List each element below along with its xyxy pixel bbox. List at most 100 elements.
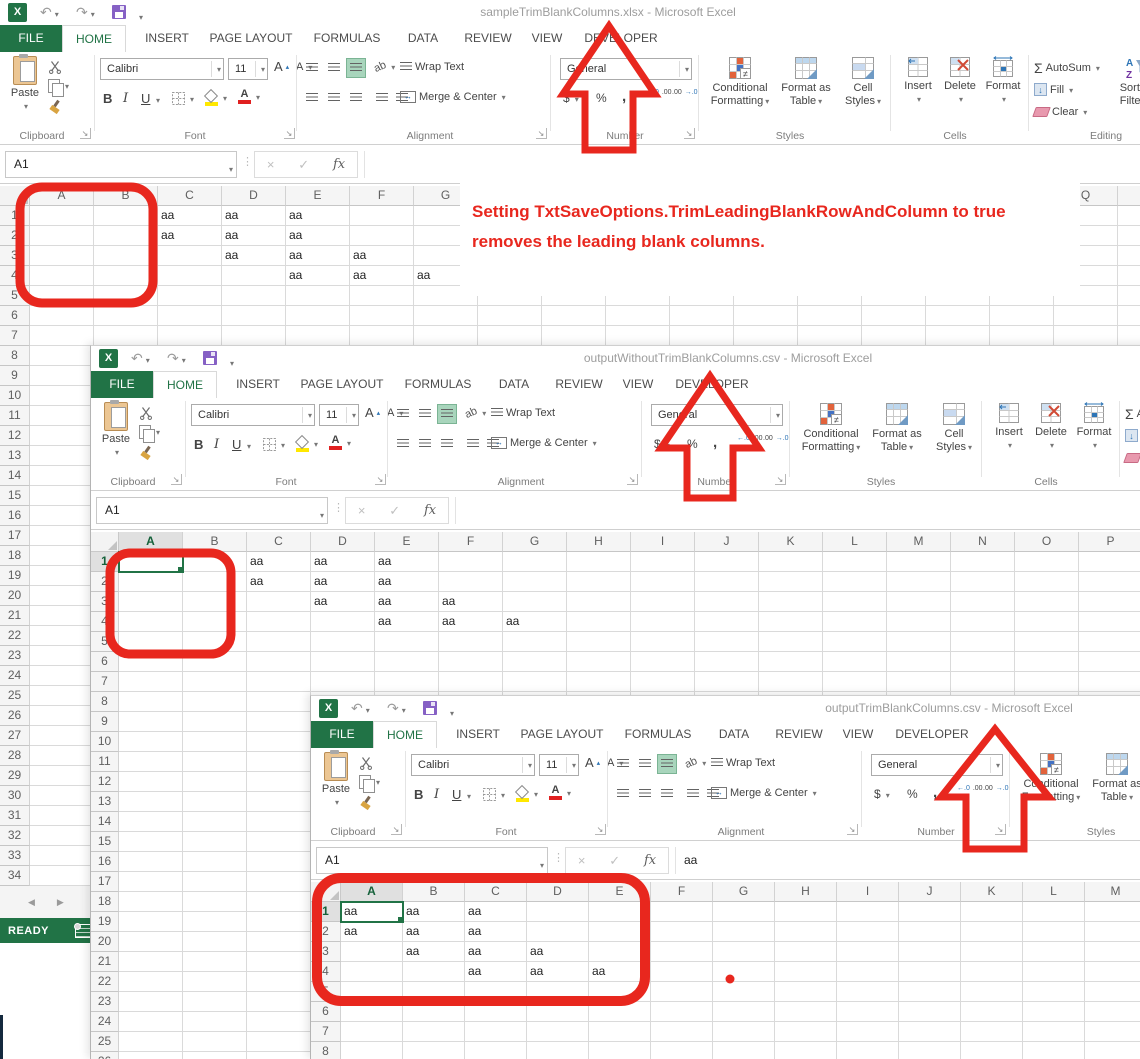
cell-G7[interactable]: [713, 1022, 775, 1042]
cell-H1[interactable]: [567, 552, 631, 572]
italic-button[interactable]: I: [214, 437, 219, 452]
cell-C6[interactable]: [158, 306, 222, 326]
cell-G2[interactable]: [713, 922, 775, 942]
cell-D1[interactable]: aa: [222, 206, 286, 226]
clipboard-dialog-launcher[interactable]: ↘: [391, 824, 402, 835]
cell-B23[interactable]: [183, 992, 247, 1012]
cell-M6[interactable]: [1085, 1002, 1140, 1022]
clipboard-dialog-launcher[interactable]: ↘: [171, 474, 182, 485]
cell-P6[interactable]: [990, 306, 1054, 326]
cell-K1[interactable]: [759, 552, 823, 572]
enter-icon[interactable]: ✓: [298, 157, 309, 173]
cell-Q7[interactable]: [1054, 326, 1118, 346]
percent-style-button[interactable]: %: [596, 91, 607, 105]
cell-C8[interactable]: [465, 1042, 527, 1059]
decrease-decimal-button[interactable]: [983, 785, 1009, 793]
font-dialog-launcher[interactable]: ↘: [284, 128, 295, 139]
insert-cells-button[interactable]: Insert: [898, 56, 938, 106]
redo-button[interactable]: ↷: [167, 349, 186, 370]
tab-data[interactable]: DATA: [711, 721, 757, 747]
cell-A15[interactable]: [30, 486, 94, 506]
undo-button[interactable]: ↶: [40, 3, 59, 24]
row-header-25[interactable]: 25: [0, 686, 30, 706]
cell-I5[interactable]: [542, 286, 606, 306]
accounting-format-button[interactable]: $: [654, 437, 670, 451]
cell-O6[interactable]: [1015, 652, 1079, 672]
cell-P1[interactable]: [1079, 552, 1140, 572]
row-header-22[interactable]: 22: [91, 972, 119, 992]
cell-C7[interactable]: [247, 672, 311, 692]
insert-function-icon[interactable]: fx: [644, 853, 656, 868]
cell-J7[interactable]: [695, 672, 759, 692]
cell-M4[interactable]: [798, 266, 862, 286]
cell-E3[interactable]: aa: [375, 592, 439, 612]
cell-A5[interactable]: [341, 982, 403, 1002]
cell-A34[interactable]: [30, 866, 94, 886]
grow-font-button[interactable]: A▴: [274, 59, 289, 74]
formula-bar-divider[interactable]: ⋮: [333, 501, 344, 514]
row-header-5[interactable]: 5: [311, 982, 341, 1002]
column-header-G[interactable]: G: [414, 186, 478, 206]
bold-button[interactable]: B: [103, 91, 112, 106]
column-header-M[interactable]: M: [887, 532, 951, 552]
cell-R5[interactable]: [1118, 286, 1140, 306]
row-header-9[interactable]: 9: [0, 366, 30, 386]
cell-D5[interactable]: [527, 982, 589, 1002]
align-top-button[interactable]: [393, 404, 413, 424]
merge-center-button[interactable]: ↔ Merge & Center: [400, 91, 506, 103]
row-header-6[interactable]: 6: [91, 652, 119, 672]
excel-logo-icon[interactable]: X: [8, 3, 27, 22]
bold-button[interactable]: B: [414, 787, 423, 802]
cell-I3[interactable]: [837, 942, 899, 962]
column-header-C[interactable]: C: [158, 186, 222, 206]
row-header-1[interactable]: 1: [311, 902, 341, 922]
cell-B25[interactable]: [183, 1032, 247, 1052]
cell-M7[interactable]: [798, 326, 862, 346]
cell-I2[interactable]: [631, 572, 695, 592]
copy-button[interactable]: [359, 775, 380, 789]
cell-I1[interactable]: [837, 902, 899, 922]
cell-K3[interactable]: [961, 942, 1023, 962]
cell-K1[interactable]: [961, 902, 1023, 922]
row-header-21[interactable]: 21: [91, 952, 119, 972]
row-header-8[interactable]: 8: [0, 346, 30, 366]
save-button[interactable]: [423, 701, 437, 719]
cell-I1[interactable]: [631, 552, 695, 572]
cell-E6[interactable]: [375, 652, 439, 672]
cell-B5[interactable]: [403, 982, 465, 1002]
accounting-format-button[interactable]: $: [874, 787, 890, 801]
row-header-24[interactable]: 24: [91, 1012, 119, 1032]
row-header-15[interactable]: 15: [0, 486, 30, 506]
cell-A14[interactable]: [30, 466, 94, 486]
row-header-7[interactable]: 7: [0, 326, 30, 346]
cell-G5[interactable]: [414, 286, 478, 306]
tab-formulas[interactable]: FORMULAS: [619, 721, 697, 747]
number-format-combo[interactable]: General: [651, 404, 783, 426]
cell-B16[interactable]: [183, 852, 247, 872]
column-header-I[interactable]: I: [631, 532, 695, 552]
cell-A22[interactable]: [30, 626, 94, 646]
cell-B1[interactable]: aa: [403, 902, 465, 922]
cell-N2[interactable]: [951, 572, 1015, 592]
cell-H7[interactable]: [567, 672, 631, 692]
cell-C26[interactable]: [247, 1052, 311, 1059]
cell-M2[interactable]: [887, 572, 951, 592]
row-header-18[interactable]: 18: [0, 546, 30, 566]
row-header-25[interactable]: 25: [91, 1032, 119, 1052]
cell-A13[interactable]: [119, 792, 183, 812]
cell-A3[interactable]: [30, 246, 94, 266]
cell-C4[interactable]: aa: [465, 962, 527, 982]
cell-I7[interactable]: [542, 326, 606, 346]
cell-C19[interactable]: [247, 912, 311, 932]
cell-G3[interactable]: [414, 246, 478, 266]
column-header-C[interactable]: C: [247, 532, 311, 552]
column-header-A[interactable]: A: [30, 186, 94, 206]
row-header-26[interactable]: 26: [91, 1052, 119, 1059]
align-middle-button[interactable]: [415, 404, 435, 424]
font-name-combo[interactable]: Calibri: [100, 58, 224, 80]
cell-P7[interactable]: [990, 326, 1054, 346]
cell-I7[interactable]: [631, 672, 695, 692]
cell-G1[interactable]: [503, 552, 567, 572]
row-header-4[interactable]: 4: [0, 266, 30, 286]
cell-B17[interactable]: [183, 872, 247, 892]
